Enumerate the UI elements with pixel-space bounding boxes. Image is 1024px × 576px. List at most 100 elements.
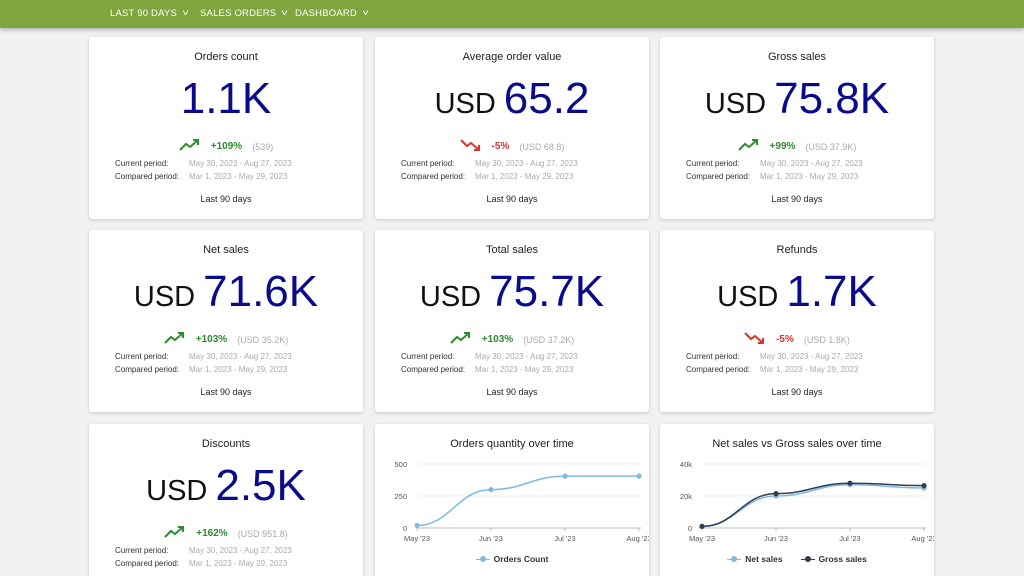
dashboard-dropdown[interactable]: DASHBOARD ˅ — [295, 0, 369, 26]
legend-swatch — [727, 555, 742, 563]
kpi-change: +103% — [481, 334, 514, 345]
kpi-title: Gross sales — [767, 51, 827, 63]
series-line-orders-count — [416, 475, 639, 527]
x-tick-label: Jun '23 — [764, 534, 788, 543]
kpi-change: +99% — [769, 141, 796, 152]
series-line-net-sales — [701, 484, 925, 528]
data-point[interactable] — [636, 473, 642, 479]
kpi-title: Net sales — [203, 244, 249, 256]
kpi-value: USD 1.7K — [660, 267, 934, 327]
kpi-currency: USD — [146, 475, 208, 507]
data-point[interactable] — [921, 483, 927, 489]
y-tick-label: 40k — [680, 460, 692, 469]
x-tick-label: Jun '23 — [479, 534, 503, 543]
current-period-range: May 30, 2023 - Aug 27, 2023 — [189, 159, 292, 168]
data-point[interactable] — [562, 473, 568, 479]
trending-up-icon — [450, 331, 472, 348]
kpi-value: USD 71.6K — [89, 267, 363, 327]
kpi-currency: USD — [717, 281, 779, 313]
compared-period-label: Compared period: — [686, 172, 751, 181]
kpi-footer: Last 90 days — [486, 194, 538, 204]
kpi-previous-value: (USD 951.8) — [237, 528, 288, 539]
kpi-number: 65.2 — [503, 74, 590, 123]
x-tick-label: Jul '23 — [839, 534, 860, 543]
kpi-value: 1.1K — [89, 74, 363, 134]
kpi-change: -5% — [491, 141, 510, 152]
date-range-label: LAST 90 DAYS — [110, 7, 177, 19]
kpi-trend: -5% (USD 68.8) — [375, 138, 649, 155]
current-period-label: Current period: — [401, 352, 455, 361]
kpi-card-average-order-value: Average order value USD 65.2 -5% (USD 68.8) C… — [375, 37, 649, 219]
sales-orders-label: SALES ORDERS — [200, 7, 277, 19]
legend-item-gross-sales[interactable]: Gross sales — [800, 554, 867, 564]
compared-period-label: Compared period: — [115, 172, 180, 181]
compared-period-range: Mar 1, 2023 - May 29, 2023 — [189, 559, 288, 568]
data-point[interactable] — [699, 523, 705, 529]
sales-orders-dropdown[interactable]: SALES ORDERS ˅ — [200, 0, 288, 26]
compared-period-label: Compared period: — [115, 365, 180, 374]
kpi-trend: +99% (USD 37.9K) — [660, 138, 934, 155]
data-point[interactable] — [414, 522, 420, 529]
y-tick-label: 20k — [680, 492, 692, 501]
compared-period-label: Compared period: — [401, 172, 466, 181]
kpi-periods: Current period: May 30, 2023 - Aug 27, 20… — [115, 157, 292, 183]
kpi-number: 75.8K — [774, 74, 890, 123]
kpi-trend: +109% (539) — [89, 138, 363, 155]
trending-up-icon — [179, 138, 201, 155]
kpi-value: USD 75.8K — [660, 74, 934, 134]
y-tick-label: 250 — [394, 492, 407, 501]
compared-period-range: Mar 1, 2023 - May 29, 2023 — [475, 365, 574, 374]
compared-period-label: Compared period: — [686, 365, 751, 374]
date-range-dropdown[interactable]: LAST 90 DAYS ˅ — [110, 0, 190, 26]
current-period-range: May 30, 2023 - Aug 27, 2023 — [475, 352, 578, 361]
kpi-previous-value: (539) — [252, 141, 274, 152]
compared-period-range: Mar 1, 2023 - May 29, 2023 — [760, 172, 859, 181]
kpi-card-gross-sales: Gross sales USD 75.8K +99% (USD 37.9K) Curren… — [660, 37, 934, 219]
trending-down-icon — [459, 138, 482, 155]
kpi-card-net-sales: Net sales USD 71.6K +103% (USD 35.2K) Current… — [89, 230, 363, 412]
x-tick-label: Jul '23 — [554, 534, 575, 543]
kpi-previous-value: (USD 35.2K) — [237, 334, 289, 345]
current-period-label: Current period: — [115, 546, 169, 555]
chevron-down-icon: ˅ — [182, 8, 190, 18]
compared-period-range: Mar 1, 2023 - May 29, 2023 — [189, 365, 288, 374]
kpi-previous-value: (USD 37.2K) — [523, 334, 575, 345]
kpi-footer: Last 90 days — [486, 387, 538, 397]
data-point[interactable] — [847, 480, 853, 486]
trending-down-icon — [744, 331, 766, 348]
y-tick-label: 0 — [688, 524, 692, 533]
kpi-value: USD 2.5K — [89, 461, 363, 521]
x-tick-label: May '23 — [689, 534, 715, 543]
compared-period-range: Mar 1, 2023 - May 29, 2023 — [189, 172, 288, 181]
kpi-footer: Last 90 days — [200, 387, 252, 397]
kpi-footer: Last 90 days — [771, 194, 823, 204]
kpi-card-discounts: Discounts USD 2.5K +162% (USD 951.8) Current … — [89, 424, 363, 576]
x-tick-label: Aug '23 — [911, 534, 934, 543]
kpi-change: +109% — [210, 141, 243, 152]
legend-swatch — [800, 555, 815, 563]
kpi-number: 1.1K — [180, 74, 272, 123]
legend-item-net-sales[interactable]: Net sales — [727, 554, 783, 564]
legend-item-orders-count[interactable]: Orders Count — [475, 554, 548, 564]
current-period-range: May 30, 2023 - Aug 27, 2023 — [760, 159, 863, 168]
kpi-trend: +162% (USD 951.8) — [89, 525, 363, 542]
kpi-number: 71.6K — [203, 267, 319, 316]
kpi-card-refunds: Refunds USD 1.7K -5% (USD 1.8K) Current perio… — [660, 230, 934, 412]
kpi-currency: USD — [419, 281, 482, 313]
kpi-number: 1.7K — [786, 267, 877, 316]
kpi-previous-value: (USD 68.8) — [519, 141, 565, 152]
kpi-title: Refunds — [776, 244, 818, 256]
kpi-number: 75.7K — [489, 267, 605, 316]
data-point[interactable] — [488, 487, 494, 493]
kpi-periods: Current period: May 30, 2023 - Aug 27, 20… — [686, 157, 863, 183]
data-point[interactable] — [773, 491, 779, 497]
kpi-currency: USD — [704, 88, 767, 120]
x-tick-label: Aug '23 — [626, 534, 649, 543]
kpi-title: Total sales — [486, 244, 538, 256]
kpi-value: USD 65.2 — [375, 74, 649, 134]
kpi-trend: +103% (USD 37.2K) — [375, 331, 649, 348]
current-period-label: Current period: — [115, 352, 169, 361]
chart-legend: Net sales Gross sales — [660, 554, 934, 564]
kpi-change: +162% — [196, 528, 228, 539]
compared-period-range: Mar 1, 2023 - May 29, 2023 — [760, 365, 859, 374]
